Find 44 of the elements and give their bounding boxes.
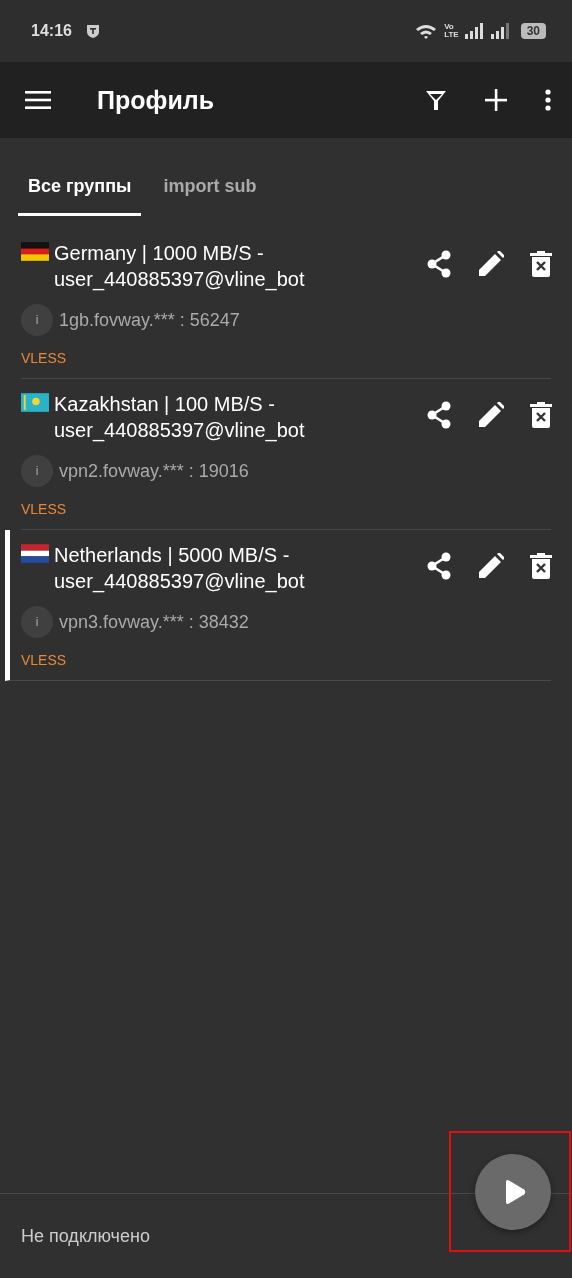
server-item[interactable]: Germany | 1000 MB/S - user_440885397@vline_bot i 1gb.fovway.*** : 56247 VLESS (21, 228, 551, 379)
filter-icon[interactable] (425, 89, 447, 111)
group-tab[interactable]: Все группы (18, 166, 142, 216)
protocol-label: VLESS (21, 501, 68, 517)
server-address: 1gb.fovway.*** : 56247 (59, 309, 240, 331)
battery-level: 30 (520, 23, 546, 39)
server-item[interactable]: Kazakhstan | 100 MB/S - user_440885397@vline_bot i vpn2.fovway.*** : 19016 VLESS (21, 379, 551, 530)
menu-icon[interactable] (25, 90, 51, 110)
edit-icon[interactable] (478, 553, 504, 579)
status-time: 14:16 (31, 22, 72, 40)
info-badge[interactable]: i (21, 455, 53, 487)
volte-label: Vo (444, 23, 455, 31)
server-item[interactable]: Netherlands | 5000 MB/S - user_440885397@vline_bot i vpn3.fovway.*** : 38432 VLESS (5, 530, 551, 681)
server-name: Netherlands | 5000 MB/S - user_440885397@vline_bot (54, 543, 306, 594)
shield-icon (85, 23, 100, 39)
server-address: vpn3.fovway.*** : 38432 (59, 611, 249, 633)
play-icon (503, 1179, 527, 1205)
more-icon[interactable] (545, 89, 551, 111)
group-tab[interactable]: import sub (153, 166, 267, 216)
edit-icon[interactable] (478, 402, 504, 428)
info-badge[interactable]: i (21, 304, 53, 336)
flag-icon (21, 393, 49, 412)
flag-icon (21, 242, 49, 261)
screen-title: Профиль (97, 85, 214, 115)
signal-icon (464, 23, 485, 39)
delete-icon[interactable] (530, 402, 552, 428)
protocol-label: VLESS (21, 652, 68, 668)
lte-label: LTE (444, 31, 459, 39)
delete-icon[interactable] (530, 251, 552, 277)
signal-icon (490, 23, 511, 39)
wifi-icon (414, 22, 439, 40)
delete-icon[interactable] (530, 553, 552, 579)
share-icon[interactable] (426, 401, 452, 429)
flag-icon (21, 544, 49, 563)
protocol-label: VLESS (21, 350, 68, 366)
share-icon[interactable] (426, 552, 452, 580)
info-badge[interactable]: i (21, 606, 53, 638)
server-name: Kazakhstan | 100 MB/S - user_440885397@vline_bot (54, 392, 306, 443)
edit-icon[interactable] (478, 251, 504, 277)
server-name: Germany | 1000 MB/S - user_440885397@vline_bot (54, 241, 306, 292)
connection-status: Не подключено (21, 1225, 150, 1247)
share-icon[interactable] (426, 250, 452, 278)
add-icon[interactable] (485, 89, 507, 111)
server-address: vpn2.fovway.*** : 19016 (59, 460, 249, 482)
